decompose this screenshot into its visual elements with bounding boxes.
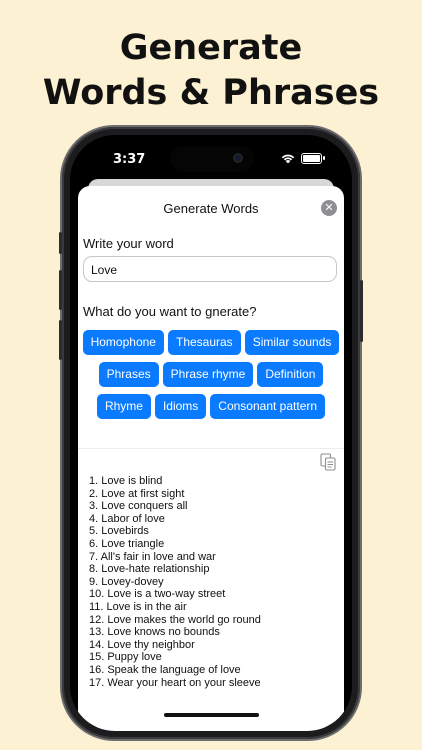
wifi-icon [281,154,295,164]
headline-line-2: Words & Phrases [42,73,380,113]
list-item: 17. Wear your heart on your sleeve [89,676,261,689]
side-button [59,232,62,254]
status-time: 3:37 [113,152,146,167]
consonant-pattern-button[interactable]: Consonant pattern [210,394,326,419]
list-item: 12. Love makes the world go round [89,613,261,626]
list-item: 8. Love-hate relationship [89,563,210,576]
option-row-2: Phrases Phrase rhyme Definition [78,362,344,387]
similar-sounds-button[interactable]: Similar sounds [244,330,340,355]
list-item: 3. Love conquers all [89,500,188,513]
word-label: Write your word [83,236,174,251]
copy-icon[interactable] [320,453,336,471]
list-item: 16. Speak the language of love [89,663,241,676]
list-item: 6. Love triangle [89,537,165,550]
list-item: 13. Love knows no bounds [89,626,220,639]
generate-words-sheet: Generate Words ✕ Write your word Love Wh… [78,186,344,731]
option-row-3: Rhyme Idioms Consonant pattern [78,394,344,419]
status-icons [281,153,325,164]
camera-icon [233,153,243,163]
results-list: 1. Love is blind 2. Love at first sight … [89,475,261,689]
home-indicator[interactable] [164,713,259,717]
list-item: 9. Lovey-dovey [89,575,164,588]
list-item: 14. Love thy neighbor [89,638,195,651]
homophone-button[interactable]: Homophone [82,330,164,355]
volume-down-button [59,320,62,360]
list-item: 15. Puppy love [89,651,162,664]
generate-label: What do you want to gnerate? [83,304,257,319]
idioms-button[interactable]: Idioms [154,394,207,419]
sheet-title: Generate Words [163,201,259,216]
list-item: 4. Labor of love [89,512,165,525]
battery-icon [301,153,325,164]
phone-screen: 3:37 Generate Words ✕ Write your word Lo… [70,135,352,731]
divider [78,448,344,449]
phrase-rhyme-button[interactable]: Phrase rhyme [162,362,254,387]
phrases-button[interactable]: Phrases [98,362,159,387]
thesauras-button[interactable]: Thesauras [167,330,241,355]
list-item: 11. Love is in the air [89,600,187,613]
word-input[interactable]: Love [83,256,337,282]
list-item: 10. Love is a two-way street [89,588,226,601]
definition-button[interactable]: Definition [257,362,324,387]
volume-up-button [59,270,62,310]
list-item: 2. Love at first sight [89,487,185,500]
list-item: 5. Lovebirds [89,525,149,538]
list-item: 1. Love is blind [89,475,163,487]
headline-line-1: Generate [119,28,303,68]
close-icon[interactable]: ✕ [321,200,337,216]
power-button [360,280,363,342]
option-row-1: Homophone Thesauras Similar sounds [78,330,344,355]
rhyme-button[interactable]: Rhyme [96,394,151,419]
list-item: 7. All's fair in love and war [89,550,216,563]
headline: Generate Words & Phrases [0,26,422,116]
